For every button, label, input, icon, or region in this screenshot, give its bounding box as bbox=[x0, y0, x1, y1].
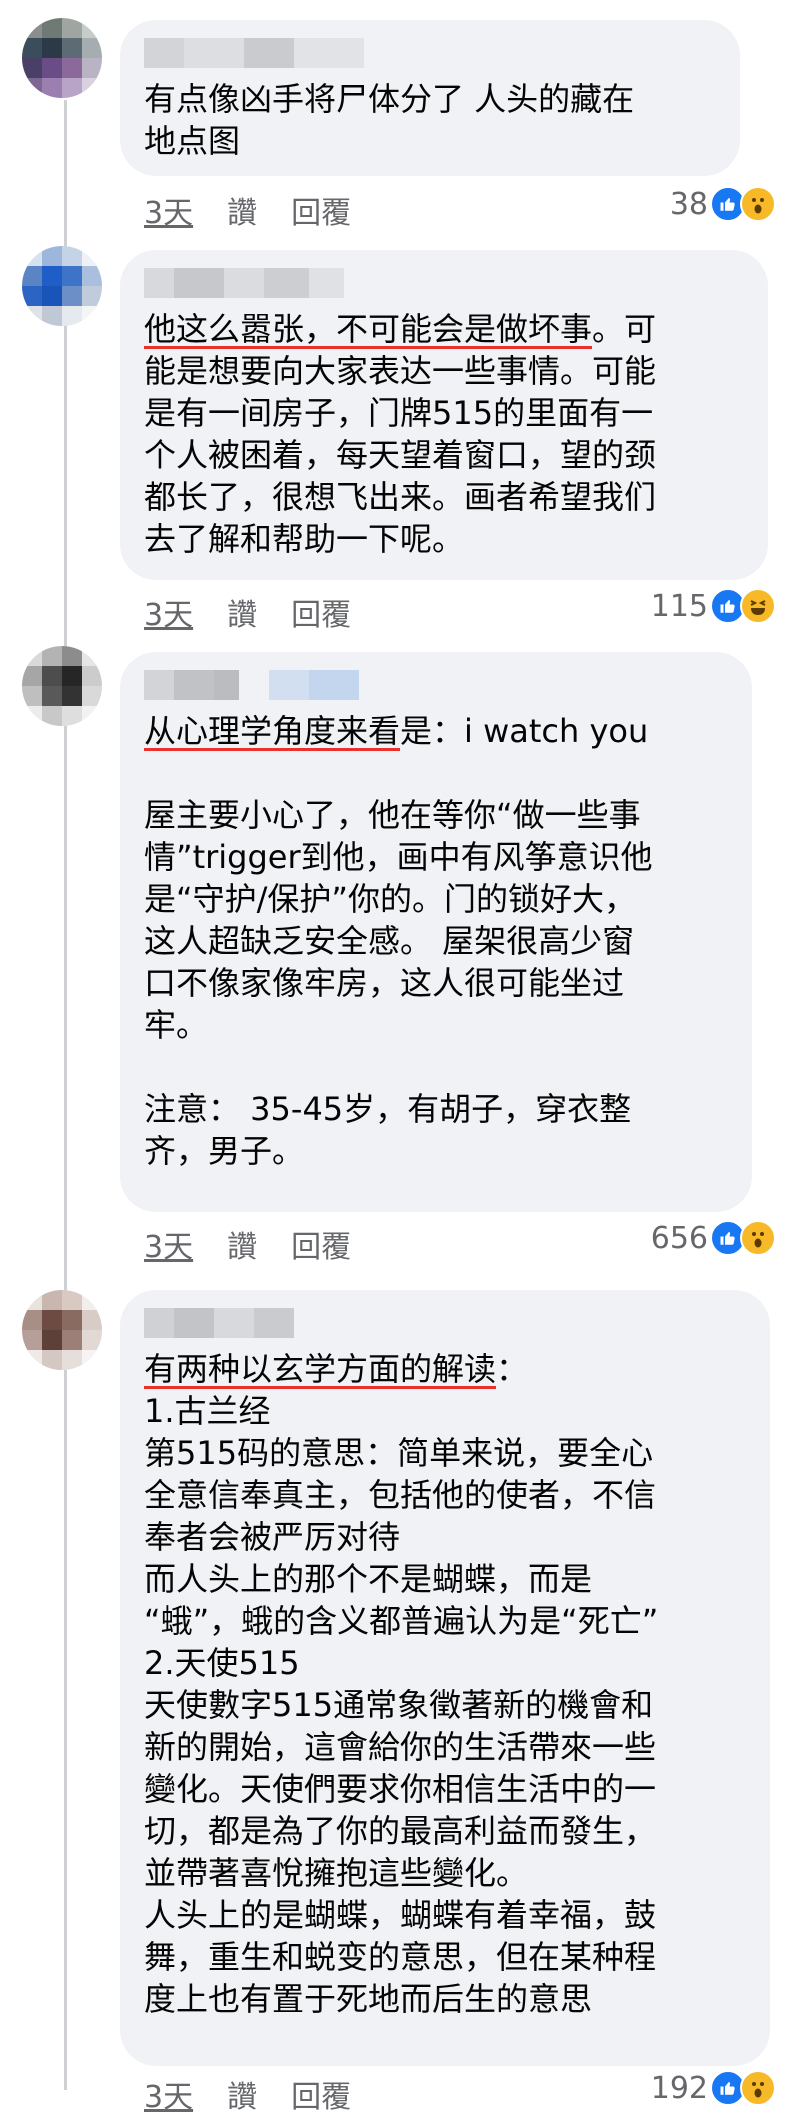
comment-bubble: 有点像凶手将尸体分了 人头的藏在 地点图 bbox=[120, 20, 740, 176]
underlined-phrase: 他这么嚣张，不可能会是做坏事 bbox=[144, 310, 593, 348]
reaction-count: 38 bbox=[669, 186, 708, 222]
like-button[interactable]: 讚 bbox=[227, 2072, 257, 2116]
reaction-summary[interactable]: 656 bbox=[651, 1220, 776, 1256]
thread-line bbox=[64, 100, 67, 2090]
underlined-phrase: 有两种以玄学方面的解读 bbox=[144, 1350, 497, 1388]
timestamp-link[interactable]: 3天 bbox=[144, 188, 193, 232]
like-button[interactable]: 讚 bbox=[227, 590, 257, 634]
wow-icon bbox=[740, 1220, 776, 1256]
timestamp-link[interactable]: 3天 bbox=[144, 1222, 193, 1266]
wow-icon bbox=[740, 2070, 776, 2106]
avatar[interactable] bbox=[22, 18, 102, 98]
comment-actions: 3天 讚 回覆 bbox=[144, 188, 351, 232]
reaction-summary[interactable]: 38 bbox=[670, 186, 776, 222]
reply-button[interactable]: 回覆 bbox=[291, 188, 351, 232]
comment-actions: 3天 讚 回覆 bbox=[144, 2072, 351, 2116]
comment-text: 有点像凶手将尸体分了 人头的藏在 地点图 bbox=[144, 80, 635, 160]
comment-bubble: 他这么嚣张，不可能会是做坏事。可 能是想要向大家表达一些事情。可能 是有一间房子… bbox=[120, 250, 768, 580]
timestamp-link[interactable]: 3天 bbox=[144, 590, 193, 634]
commenter-name-blurred[interactable] bbox=[144, 268, 344, 298]
comment-text: 有两种以玄学方面的解读： 1.古兰经 第515码的意思：简单来说，要全心 全意信… bbox=[144, 1350, 659, 2018]
like-button[interactable]: 讚 bbox=[227, 188, 257, 232]
comment-actions: 3天 讚 回覆 bbox=[144, 1222, 351, 1266]
comment-text: 他这么嚣张，不可能会是做坏事。可 能是想要向大家表达一些事情。可能 是有一间房子… bbox=[144, 310, 657, 558]
comment-text: 从心理学角度来看是：i watch you 屋主要小心了，他在等你“做一些事 情… bbox=[144, 712, 653, 1170]
underlined-phrase: 从心理学角度来看 bbox=[144, 712, 401, 750]
comment-bubble: 从心理学角度来看是：i watch you 屋主要小心了，他在等你“做一些事 情… bbox=[120, 652, 752, 1212]
avatar[interactable] bbox=[22, 1290, 102, 1370]
reply-button[interactable]: 回覆 bbox=[291, 1222, 351, 1266]
reaction-count: 192 bbox=[650, 2070, 708, 2106]
commenter-name-blurred[interactable] bbox=[144, 670, 374, 700]
reaction-summary[interactable]: 115 bbox=[651, 588, 776, 624]
commenter-name-blurred[interactable] bbox=[144, 1308, 324, 1338]
wow-icon bbox=[740, 186, 776, 222]
reaction-count: 656 bbox=[650, 1220, 708, 1256]
timestamp-link[interactable]: 3天 bbox=[144, 2072, 193, 2116]
reply-button[interactable]: 回覆 bbox=[291, 2072, 351, 2116]
comment-actions: 3天 讚 回覆 bbox=[144, 590, 351, 634]
haha-icon bbox=[740, 588, 776, 624]
avatar[interactable] bbox=[22, 646, 102, 726]
reply-button[interactable]: 回覆 bbox=[291, 590, 351, 634]
reaction-summary[interactable]: 192 bbox=[651, 2070, 776, 2106]
like-button[interactable]: 讚 bbox=[227, 1222, 257, 1266]
avatar[interactable] bbox=[22, 246, 102, 326]
comment-bubble: 有两种以玄学方面的解读： 1.古兰经 第515码的意思：简单来说，要全心 全意信… bbox=[120, 1290, 770, 2066]
commenter-name-blurred[interactable] bbox=[144, 38, 364, 68]
reaction-count: 115 bbox=[650, 588, 708, 624]
